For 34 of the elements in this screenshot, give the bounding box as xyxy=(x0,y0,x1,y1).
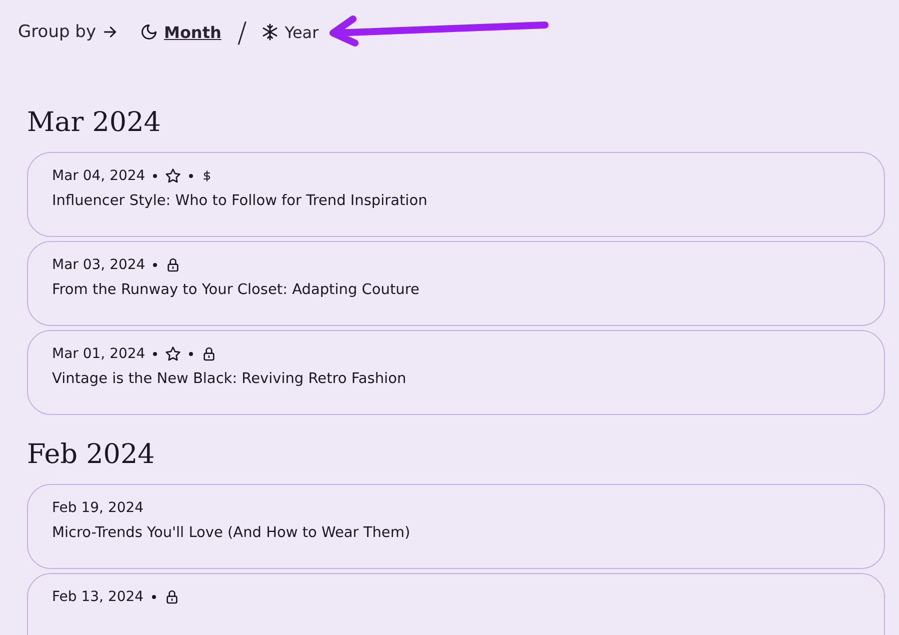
post-title: Micro-Trends You'll Love (And How to Wear Them) xyxy=(52,525,412,541)
group-option[interactable]: Year xyxy=(260,22,319,42)
month-heading: Mar 2024 xyxy=(26,107,162,138)
separator-dot xyxy=(153,263,158,267)
lock-icon xyxy=(165,257,182,273)
separator-dot xyxy=(189,352,194,356)
slash-separator: / xyxy=(237,16,247,48)
separator-dot xyxy=(189,174,194,178)
post-date: Feb 19, 2024 xyxy=(52,500,144,516)
post-title: From the Runway to Your Closet: Adapting Couture xyxy=(52,282,420,298)
star-icon xyxy=(165,168,182,184)
post-card[interactable]: Mar 03, 2024 From the Runway to Your Closet: Adapting Couture xyxy=(27,241,885,326)
group-by-label: Group by xyxy=(18,22,96,42)
separator-dot xyxy=(152,595,156,599)
lock-icon xyxy=(201,346,218,362)
post-date: Feb 13, 2024 xyxy=(52,589,144,605)
group-option[interactable]: Month xyxy=(140,22,222,42)
snowflake-icon xyxy=(260,23,279,41)
moon-icon xyxy=(140,23,158,41)
post-card[interactable]: Feb 19, 2024 Micro-Trends You'll Love (And How to Wear Them) xyxy=(27,484,885,569)
post-date: Mar 04, 2024 xyxy=(52,168,146,184)
star-icon xyxy=(165,346,182,362)
post-title: Influencer Style: Who to Follow for Trend Inspiration xyxy=(52,193,428,209)
post-date: Mar 03, 2024 xyxy=(52,257,146,273)
post-date: Mar 01, 2024 xyxy=(52,346,146,362)
lock-icon xyxy=(164,589,180,605)
separator-dot xyxy=(153,174,158,178)
separator-dot xyxy=(153,352,158,356)
month-heading: Feb 2024 xyxy=(26,439,156,470)
post-card[interactable]: Mar 01, 2024 Vintage is the New Black: Reviving Retro Fashion xyxy=(27,330,885,415)
post-card[interactable]: Mar 04, 2024 Influencer Style: Who to Follow for Trend Inspiration xyxy=(27,152,885,237)
post-title: Vintage is the New Black: Reviving Retro Fashion xyxy=(52,371,408,387)
arrow-right-icon xyxy=(102,24,118,40)
post-card[interactable]: Feb 13, 2024 xyxy=(27,573,885,635)
